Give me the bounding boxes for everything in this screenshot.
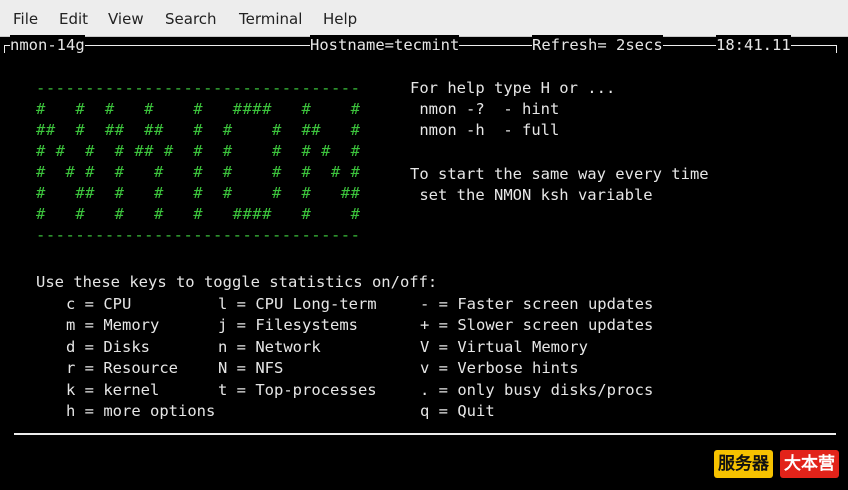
hostname-label: Hostname=tecmint	[310, 35, 460, 56]
menu-bar: File Edit View Search Terminal Help	[0, 0, 848, 37]
clock: 18:41.11	[716, 35, 791, 56]
right-border-corner	[836, 45, 837, 53]
key-entry: r = Resource	[66, 359, 178, 377]
key-entry: j = Filesystems	[218, 316, 358, 334]
logo-row: # # # # # # # # # # #	[36, 163, 361, 181]
logo-row: ## # ## ## # # # ## #	[36, 121, 361, 139]
terminal-screen[interactable]: nmon-14g Hostname=tecmint Refresh= 2secs…	[0, 35, 848, 490]
help-line: For help type H or ...	[410, 79, 616, 97]
logo-border-top: ---------------------------------	[36, 79, 361, 97]
logo-row: # # # # # #### # #	[36, 100, 361, 118]
key-entry: V = Virtual Memory	[420, 338, 588, 356]
key-entry: h = more options	[66, 402, 216, 420]
menu-terminal[interactable]: Terminal	[239, 10, 302, 28]
key-entry: + = Slower screen updates	[420, 316, 654, 334]
menu-view[interactable]: View	[108, 10, 144, 28]
key-entry: k = kernel	[66, 381, 160, 399]
key-entry: c = CPU	[66, 295, 132, 313]
bottom-separator	[14, 433, 836, 435]
menu-edit[interactable]: Edit	[59, 10, 88, 28]
watermark-left: 服务器	[714, 450, 773, 478]
menu-help[interactable]: Help	[323, 10, 357, 28]
help-line: set the NMON ksh variable	[410, 186, 653, 204]
refresh-label: Refresh= 2secs	[532, 35, 663, 56]
key-entry: l = CPU Long-term	[218, 295, 377, 313]
key-entry: N = NFS	[218, 359, 284, 377]
left-border-corner	[4, 45, 5, 53]
key-entry: n = Network	[218, 338, 321, 356]
logo-row: # ## # # # # # # ##	[36, 184, 361, 202]
watermark-right: 大本营	[780, 450, 839, 478]
key-entry: d = Disks	[66, 338, 150, 356]
key-entry: . = only busy disks/procs	[420, 381, 654, 399]
menu-file[interactable]: File	[13, 10, 38, 28]
help-line: nmon -? - hint	[410, 100, 560, 118]
key-entry: q = Quit	[420, 402, 495, 420]
keys-heading: Use these keys to toggle statistics on/o…	[36, 273, 438, 291]
logo-row: # # # # # #### # #	[36, 205, 361, 223]
help-line: nmon -h - full	[410, 121, 560, 139]
logo-row: # # # # ## # # # # # # #	[36, 142, 361, 160]
key-entry: v = Verbose hints	[420, 359, 579, 377]
key-entry: t = Top-processes	[218, 381, 377, 399]
key-entry: - = Faster screen updates	[420, 295, 654, 313]
logo-border-bottom: ---------------------------------	[36, 226, 361, 244]
key-entry: m = Memory	[66, 316, 160, 334]
menu-search[interactable]: Search	[165, 10, 217, 28]
help-line: To start the same way every time	[410, 165, 709, 183]
nmon-version: nmon-14g	[10, 35, 85, 56]
